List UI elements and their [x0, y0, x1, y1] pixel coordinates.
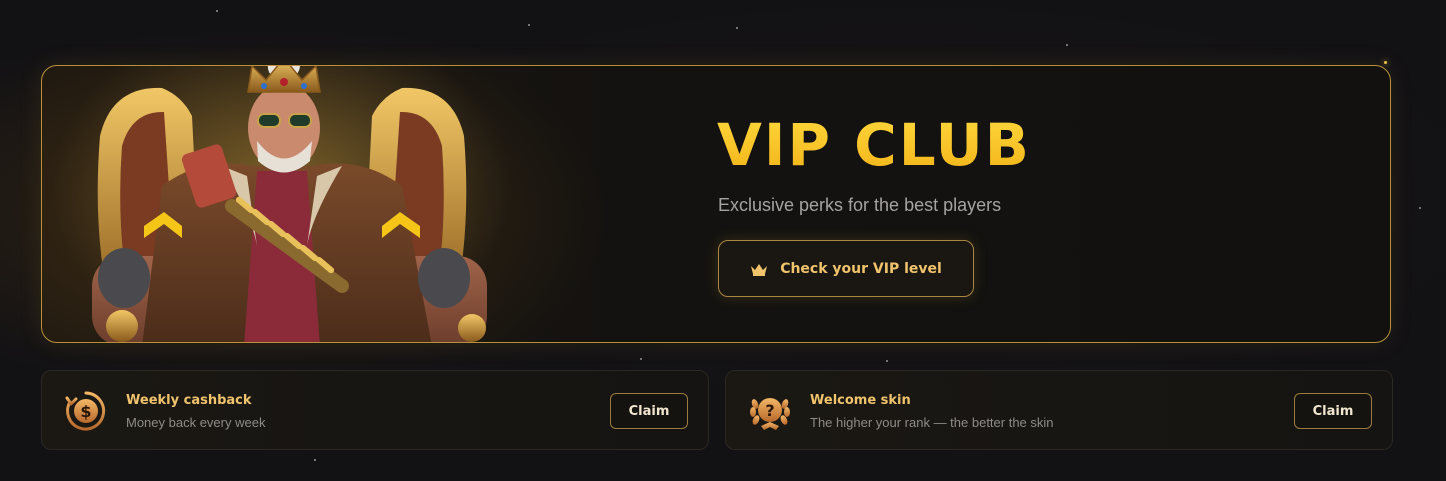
claim-skin-button[interactable]: Claim [1294, 393, 1372, 429]
background-star [1419, 207, 1421, 209]
svg-text:$: $ [80, 402, 91, 421]
claim-cashback-button[interactable]: Claim [610, 393, 688, 429]
check-vip-level-label: Check your VIP level [780, 260, 942, 277]
vip-hero-banner: VIP CLUB Exclusive perks for the best pl… [41, 65, 1391, 343]
perk-title: Weekly cashback [126, 393, 252, 408]
background-star [314, 459, 316, 461]
background-star [886, 360, 888, 362]
vip-club-title: VIP CLUB [717, 111, 1031, 179]
vip-club-subtitle: Exclusive perks for the best players [718, 195, 1002, 215]
background-star [1384, 61, 1387, 64]
perk-description: Money back every week [126, 415, 266, 430]
perk-card-weekly-cashback: $ Weekly cashback Money back every week … [41, 370, 709, 450]
background-star [640, 358, 642, 360]
background-star [216, 10, 218, 12]
dollar-cashback-icon: $ [65, 390, 107, 432]
king-on-throne-illustration [52, 66, 512, 342]
svg-text:?: ? [765, 401, 774, 420]
perk-title: Welcome skin [810, 393, 911, 408]
vip-club-page: VIP CLUB Exclusive perks for the best pl… [0, 0, 1446, 481]
background-star [1066, 44, 1068, 46]
perk-description: The higher your rank — the better the sk… [810, 415, 1054, 430]
crown-icon [751, 263, 768, 276]
background-star [528, 24, 530, 26]
laurel-question-icon: ? [749, 390, 791, 432]
check-vip-level-button[interactable]: Check your VIP level [718, 240, 974, 297]
background-star [736, 27, 738, 29]
perk-card-welcome-skin: ? Welcome skin The higher your rank — th… [725, 370, 1393, 450]
